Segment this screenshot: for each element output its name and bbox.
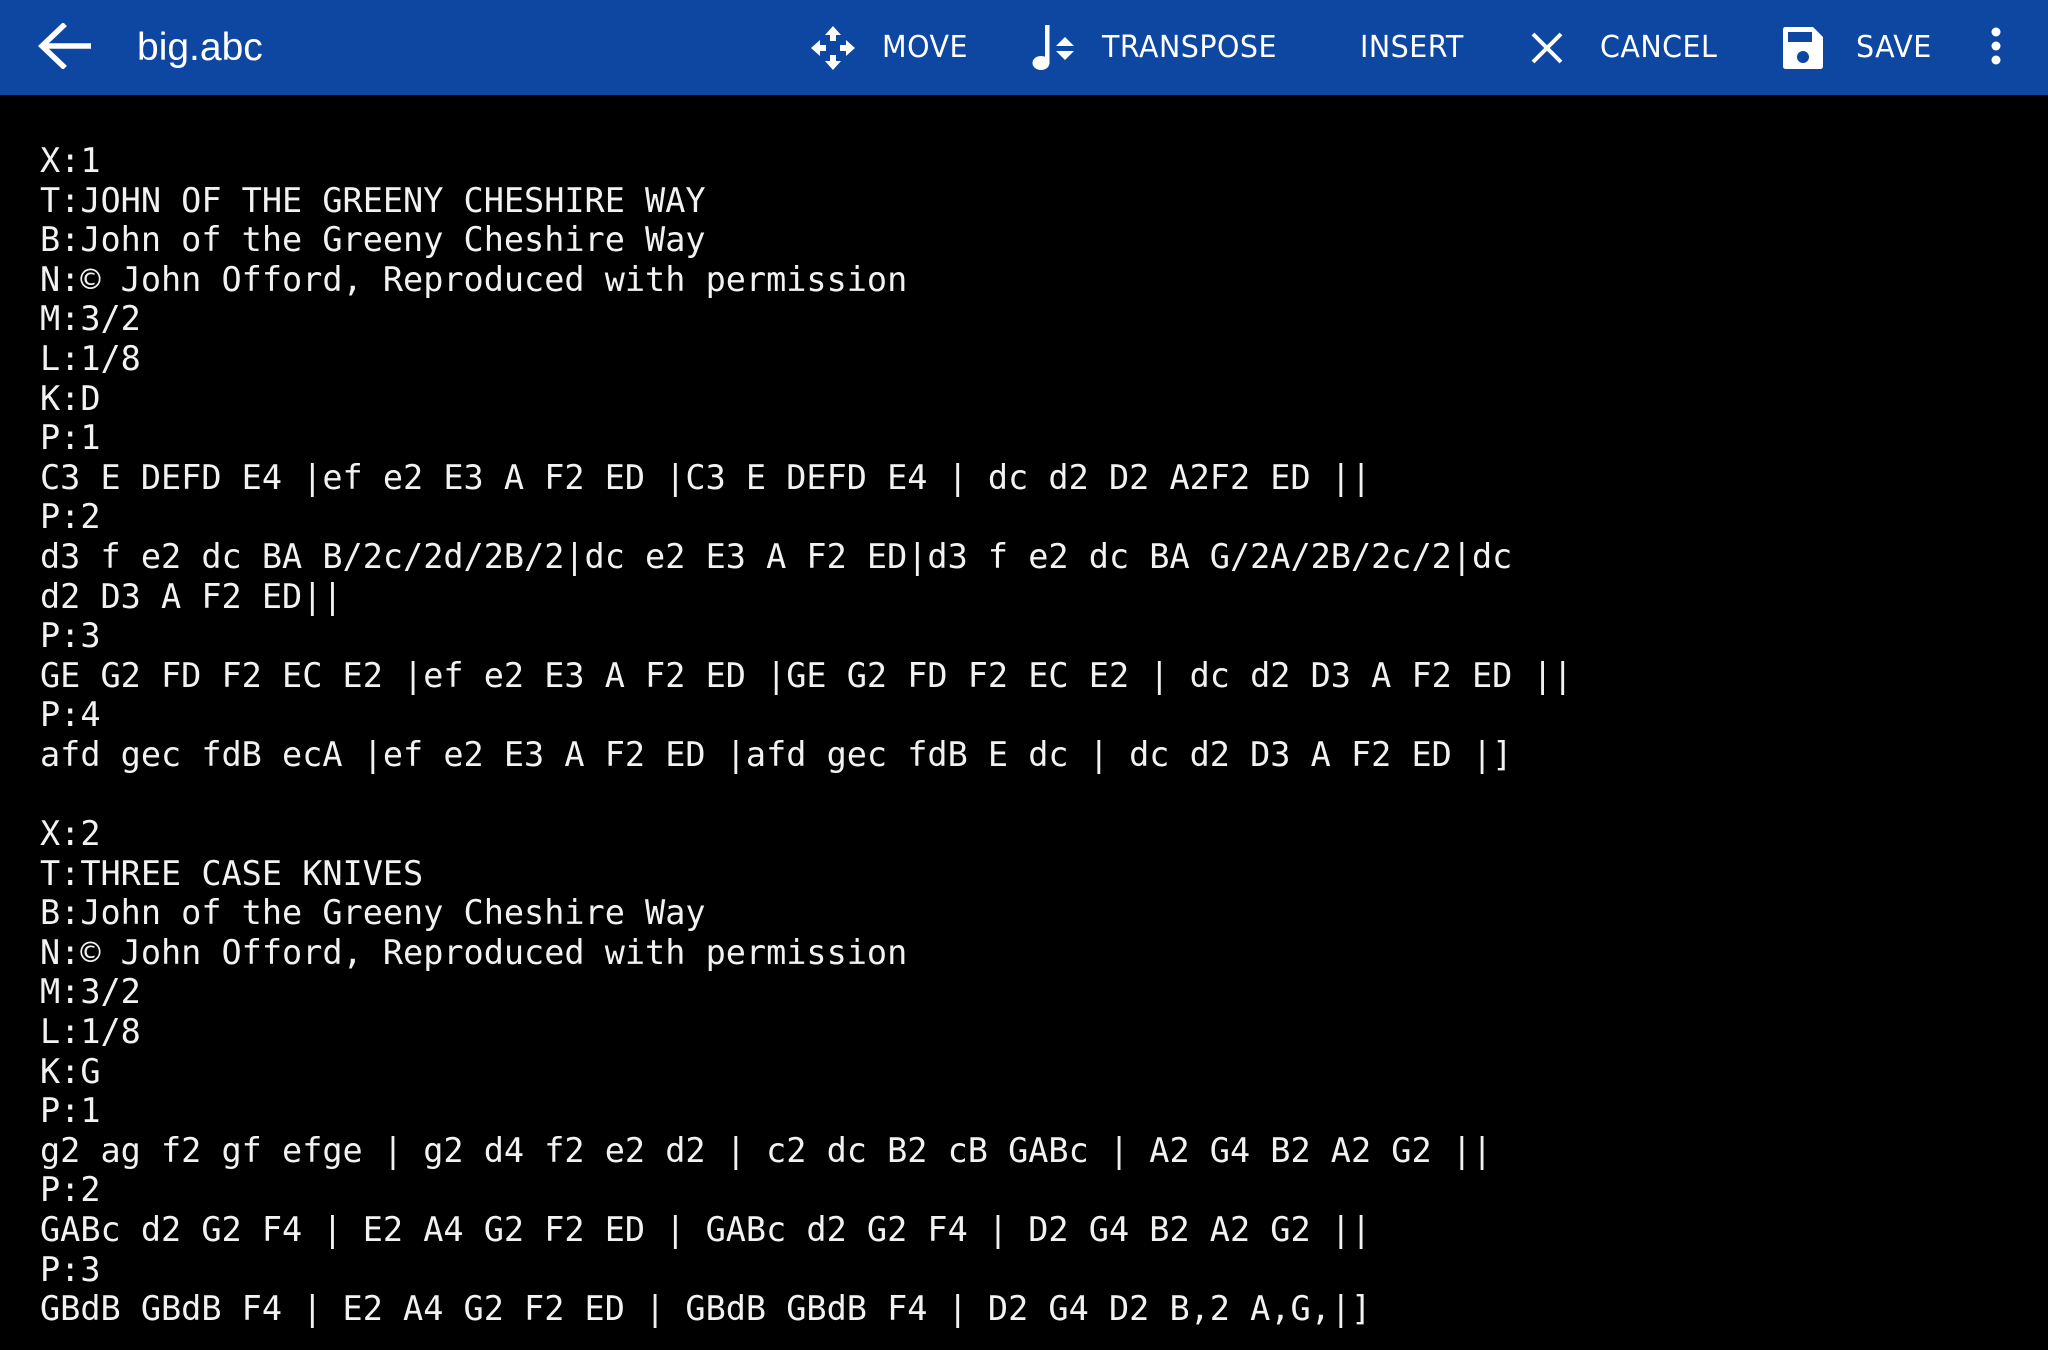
editor-line[interactable]: GE G2 FD F2 EC E2 |ef e2 E3 A F2 ED |GE …	[40, 656, 1573, 696]
editor-content[interactable]: X:1 T:JOHN OF THE GREENY CHESHIRE WAY B:Jo…	[40, 141, 1573, 1329]
more-vert-icon	[1989, 26, 2003, 71]
editor-line[interactable]: X:1	[40, 141, 1573, 181]
editor-line[interactable]: C3 E DEFD E4 |ef e2 E3 A F2 ED |C3 E DEF…	[40, 458, 1573, 498]
editor-line[interactable]: N:© John Offord, Reproduced with permiss…	[40, 260, 1573, 300]
editor-line[interactable]: L:1/8	[40, 1012, 1573, 1052]
editor-line[interactable]: P:1	[40, 1091, 1573, 1131]
editor-line[interactable]: T:THREE CASE KNIVES	[40, 854, 1573, 894]
close-icon	[1530, 31, 1564, 65]
transpose-label: TRANSPOSE	[1102, 30, 1277, 65]
move-label: MOVE	[882, 30, 968, 65]
save-button[interactable]: SAVE	[1782, 0, 1936, 95]
editor-line[interactable]: K:G	[40, 1052, 1573, 1092]
insert-label: INSERT	[1360, 30, 1464, 65]
insert-button[interactable]: INSERT	[1360, 0, 1469, 95]
editor-line[interactable]: d2 D3 A F2 ED||	[40, 577, 1573, 617]
app-toolbar: big.abc MOVE TRANSPOSE INSERT CANCEL SAV…	[0, 0, 2048, 95]
arrow-left-icon	[37, 21, 93, 74]
editor-line[interactable]: N:© John Offord, Reproduced with permiss…	[40, 933, 1573, 973]
editor-line[interactable]: L:1/8	[40, 339, 1573, 379]
editor-line[interactable]: M:3/2	[40, 299, 1573, 339]
editor-line[interactable]: P:3	[40, 1250, 1573, 1290]
editor-line[interactable]: K:D	[40, 379, 1573, 419]
cancel-button[interactable]: CANCEL	[1530, 0, 1724, 95]
editor-line[interactable]: P:2	[40, 497, 1573, 537]
editor-line[interactable]: P:3	[40, 616, 1573, 656]
editor-line[interactable]: X:2	[40, 814, 1573, 854]
floppy-disk-icon	[1782, 26, 1824, 70]
cancel-label: CANCEL	[1600, 30, 1718, 65]
editor-line[interactable]: B:John of the Greeny Cheshire Way	[40, 220, 1573, 260]
editor-line[interactable]: P:2	[40, 1170, 1573, 1210]
save-label: SAVE	[1856, 30, 1932, 65]
editor-line[interactable]: B:John of the Greeny Cheshire Way	[40, 893, 1573, 933]
editor-line[interactable]: afd gec fdB ecA |ef e2 E3 A F2 ED |afd g…	[40, 735, 1573, 775]
editor-line[interactable]: P:1	[40, 418, 1573, 458]
move-button[interactable]: MOVE	[810, 0, 972, 95]
editor-line[interactable]: M:3/2	[40, 972, 1573, 1012]
file-title: big.abc	[137, 26, 263, 69]
editor-line[interactable]: GBdB GBdB F4 | E2 A4 G2 F2 ED | GBdB GBd…	[40, 1289, 1573, 1329]
editor-line[interactable]	[40, 775, 1573, 815]
abc-text-editor[interactable]: X:1 T:JOHN OF THE GREENY CHESHIRE WAY B:Jo…	[0, 95, 2048, 1350]
editor-line[interactable]: P:4	[40, 695, 1573, 735]
transpose-button[interactable]: TRANSPOSE	[1030, 0, 1286, 95]
overflow-menu-button[interactable]	[1976, 18, 2016, 78]
move-arrows-icon	[810, 25, 856, 71]
editor-line[interactable]: T:JOHN OF THE GREENY CHESHIRE WAY	[40, 181, 1573, 221]
editor-line[interactable]: d3 f e2 dc BA B/2c/2d/2B/2|dc e2 E3 A F2…	[40, 537, 1573, 577]
editor-line[interactable]: GABc d2 G2 F4 | E2 A4 G2 F2 ED | GABc d2…	[40, 1210, 1573, 1250]
note-transpose-icon	[1030, 23, 1076, 73]
back-button[interactable]	[30, 18, 100, 78]
editor-line[interactable]: g2 ag f2 gf efge | g2 d4 f2 e2 d2 | c2 d…	[40, 1131, 1573, 1171]
